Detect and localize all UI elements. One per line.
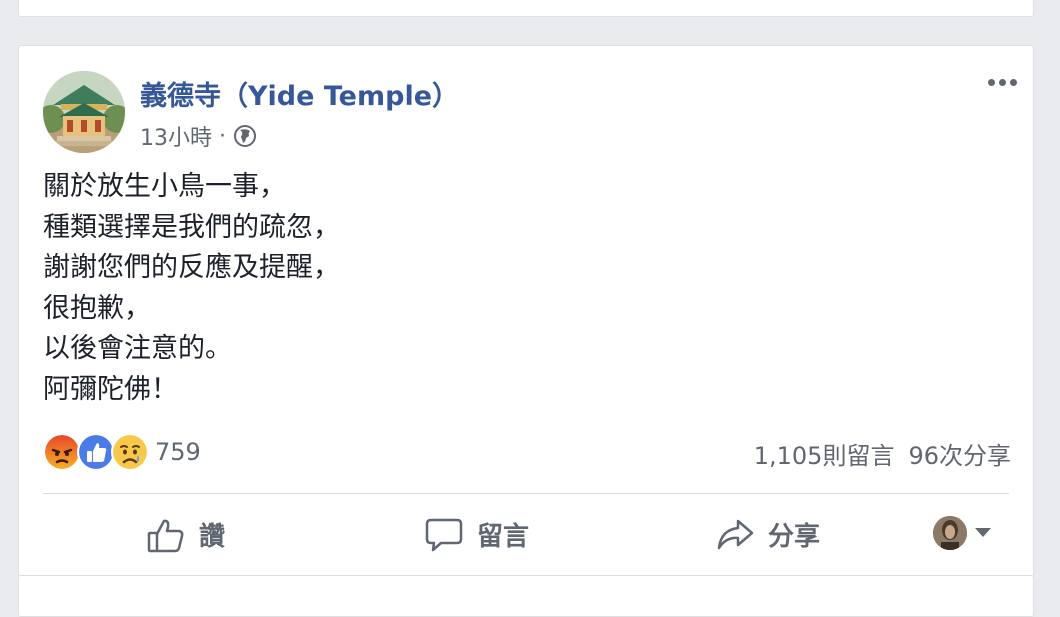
globe-icon[interactable] <box>233 124 257 148</box>
comment-count-link[interactable]: 1,105則留言 <box>754 436 895 471</box>
reaction-count[interactable]: 759 <box>155 438 201 466</box>
temple-image <box>43 71 125 153</box>
like-button[interactable]: 讚 <box>147 516 225 553</box>
caret-down-icon <box>975 528 991 537</box>
post-as-selector[interactable] <box>933 516 991 550</box>
post-meta: 13小時 · <box>140 120 257 152</box>
post-line: 謝謝您們的反應及提醒， <box>43 252 340 283</box>
share-button[interactable]: 分享 <box>716 516 820 553</box>
like-label: 讚 <box>199 522 226 552</box>
engagement-stats: 1,105則留言 96次分享 <box>754 436 1011 471</box>
actions-divider <box>43 493 1009 494</box>
comment-button[interactable]: 留言 <box>425 516 529 553</box>
share-label: 分享 <box>768 522 821 552</box>
user-avatar <box>933 516 967 550</box>
thumbs-up-icon <box>147 519 184 552</box>
next-post-card <box>18 575 1034 617</box>
post-body: 關於放生小鳥一事， 種類選擇是我們的疏忽， 謝謝您們的反應及提醒， 很抱歉， 以… <box>43 167 340 410</box>
comment-label: 留言 <box>477 522 530 552</box>
post-line: 阿彌陀佛！ <box>43 373 178 405</box>
post-line: 種類選擇是我們的疏忽， <box>43 211 340 243</box>
share-icon <box>717 519 754 549</box>
page-avatar[interactable] <box>43 71 125 153</box>
post-card: 義德寺（Yide Temple） 13小時 · 關於放生小鳥一事， 種類選擇是我… <box>18 45 1034 577</box>
comment-icon <box>425 518 463 551</box>
post-line: 關於放生小鳥一事， <box>43 171 286 202</box>
angry-reaction-icon <box>43 433 81 471</box>
like-reaction-icon <box>77 433 115 471</box>
post-timestamp[interactable]: 13小時 <box>140 120 212 152</box>
sad-reaction-icon <box>111 433 149 471</box>
share-count-link[interactable]: 96次分享 <box>908 436 1011 471</box>
more-options-icon[interactable] <box>988 79 1017 86</box>
meta-separator: · <box>219 123 226 149</box>
previous-post-card <box>18 0 1034 17</box>
post-line: 很抱歉， <box>43 292 151 324</box>
page-name-link[interactable]: 義德寺（Yide Temple） <box>140 74 459 113</box>
post-line: 以後會注意的。 <box>43 333 232 364</box>
reaction-summary[interactable]: 759 <box>43 433 201 471</box>
